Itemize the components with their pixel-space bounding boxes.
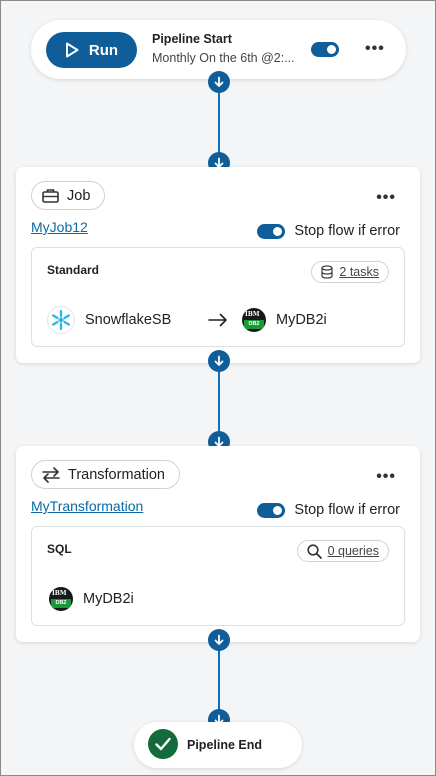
run-button-label: Run [88, 41, 119, 59]
db2-icon: IBM DB2 [49, 587, 73, 611]
transformation-type-chip[interactable]: Transformation [31, 460, 180, 489]
search-icon [306, 543, 322, 559]
arrow-down-icon [214, 634, 224, 645]
transformation-source-connection: IBM DB2 MyDB2i [49, 587, 134, 611]
job-tasks-count: 2 tasks [339, 265, 379, 279]
arrow-down-icon [214, 355, 224, 366]
run-button[interactable]: Run [46, 32, 137, 68]
job-task-type: Standard [47, 263, 100, 277]
transformation-more-button[interactable]: ••• [376, 468, 396, 486]
pipeline-start-title: Pipeline Start [152, 32, 232, 46]
briefcase-icon [42, 189, 59, 203]
transformation-queries-count-chip[interactable]: 0 queries [296, 540, 389, 562]
transformation-card: Transformation ••• MyTransformation Stop… [16, 446, 420, 642]
job-stop-flow: Stop flow if error [257, 223, 400, 239]
check-icon [148, 729, 178, 759]
job-chip-label: Job [67, 187, 91, 204]
pipeline-schedule: Monthly On the 6th @2:... [152, 51, 295, 65]
transformation-query-panel: SQL 0 queries IBM DB2 MyDB2i [31, 526, 405, 626]
job-more-button[interactable]: ••• [376, 189, 396, 207]
arrow-down-icon [214, 76, 224, 87]
job-tasks-count-chip[interactable]: 2 tasks [311, 261, 389, 283]
snowflake-icon [47, 306, 75, 334]
transformation-queries-count: 0 queries [327, 544, 379, 558]
node-dot-transformation-out[interactable] [208, 629, 230, 651]
pipeline-start-more-button[interactable]: ••• [365, 40, 385, 58]
job-type-chip[interactable]: Job [31, 181, 106, 210]
job-task-panel: Standard 2 tasks SnowflakeSB IBM DB2 MyD… [31, 247, 405, 347]
job-source-name: SnowflakeSB [85, 312, 172, 328]
job-source-connection: SnowflakeSB [47, 306, 171, 334]
transformation-source-name: MyDB2i [83, 591, 134, 607]
db2-icon: IBM DB2 [242, 308, 266, 332]
transformation-name-link[interactable]: MyTransformation [31, 498, 143, 514]
job-stop-flow-label: Stop flow if error [294, 223, 400, 239]
transformation-stop-flow-toggle[interactable] [257, 502, 286, 518]
pipeline-enabled-toggle[interactable] [311, 42, 339, 57]
play-icon [65, 42, 79, 58]
job-name-link[interactable]: MyJob12 [31, 219, 88, 235]
node-dot-start-out[interactable] [208, 71, 230, 93]
node-dot-job-out[interactable] [208, 350, 230, 372]
pipeline-end-node: Pipeline End [134, 722, 302, 768]
connector-job-transformation [218, 362, 220, 442]
job-target-name: MyDB2i [276, 312, 327, 328]
connector-start-job [218, 83, 220, 163]
job-stop-flow-toggle[interactable] [257, 223, 286, 239]
transformation-stop-flow: Stop flow if error [257, 502, 400, 518]
transformation-query-type: SQL [47, 542, 72, 556]
swap-arrows-icon [42, 466, 60, 483]
arrow-right-icon [208, 313, 227, 327]
pipeline-end-label: Pipeline End [187, 738, 263, 752]
transformation-stop-flow-label: Stop flow if error [294, 502, 400, 518]
job-target-connection: IBM DB2 MyDB2i [242, 308, 327, 332]
database-icon [321, 265, 334, 279]
transformation-chip-label: Transformation [68, 466, 165, 483]
job-card: Job ••• MyJob12 Stop flow if error Stand… [16, 167, 420, 363]
